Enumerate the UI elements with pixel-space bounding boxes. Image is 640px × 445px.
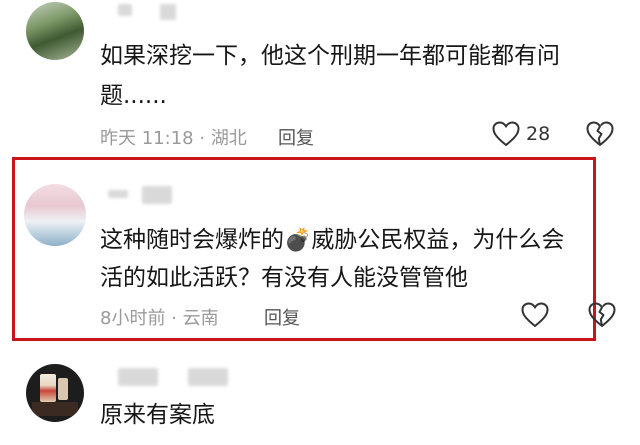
- broken-heart-icon[interactable]: [588, 302, 616, 328]
- comment-text-part: 这种随时会爆炸的: [100, 227, 284, 253]
- comment-meta: 昨天 11:18 · 湖北: [100, 124, 247, 150]
- avatar-image: [40, 374, 56, 402]
- comment-text: 原来有案底: [100, 402, 215, 428]
- bomb-emoji: 💣: [284, 228, 312, 253]
- like-count: 28: [526, 123, 551, 145]
- comment-text-part: 威胁公民权益，为什么会: [311, 227, 565, 253]
- comment-time: 昨天 11:18: [100, 128, 194, 149]
- username-blurred[interactable]: [118, 368, 158, 386]
- username-blurred[interactable]: [160, 4, 176, 20]
- broken-heart-icon[interactable]: [586, 121, 614, 147]
- avatar[interactable]: [26, 364, 84, 422]
- meta-separator: ·: [199, 128, 206, 149]
- comment-text: 如果深挖一下，他这个刑期一年都可能都有问: [100, 43, 560, 69]
- comment-text-continued: 活的如此活跃？有没有人能没管管他: [100, 265, 468, 291]
- comment-text-continued: 题......: [100, 83, 167, 109]
- comment-location: 云南: [182, 308, 219, 329]
- comment-time: 8小时前: [100, 308, 166, 329]
- username-blurred[interactable]: [108, 190, 128, 198]
- meta-separator: ·: [171, 308, 177, 329]
- comment-text: 这种随时会爆炸的💣威胁公民权益，为什么会: [100, 222, 564, 259]
- reply-button[interactable]: 回复: [264, 304, 300, 330]
- username-blurred[interactable]: [188, 368, 228, 386]
- avatar[interactable]: [26, 2, 84, 60]
- heart-icon[interactable]: [521, 302, 549, 328]
- username-blurred[interactable]: [118, 4, 132, 16]
- reply-button[interactable]: 回复: [278, 124, 314, 150]
- avatar[interactable]: [24, 184, 86, 246]
- comment-location: 湖北: [210, 128, 247, 149]
- avatar-image: [58, 378, 68, 400]
- avatar-image: [32, 402, 78, 416]
- username-blurred[interactable]: [142, 186, 172, 204]
- comment-meta: 8小时前 · 云南: [100, 304, 219, 330]
- heart-icon[interactable]: [492, 121, 520, 147]
